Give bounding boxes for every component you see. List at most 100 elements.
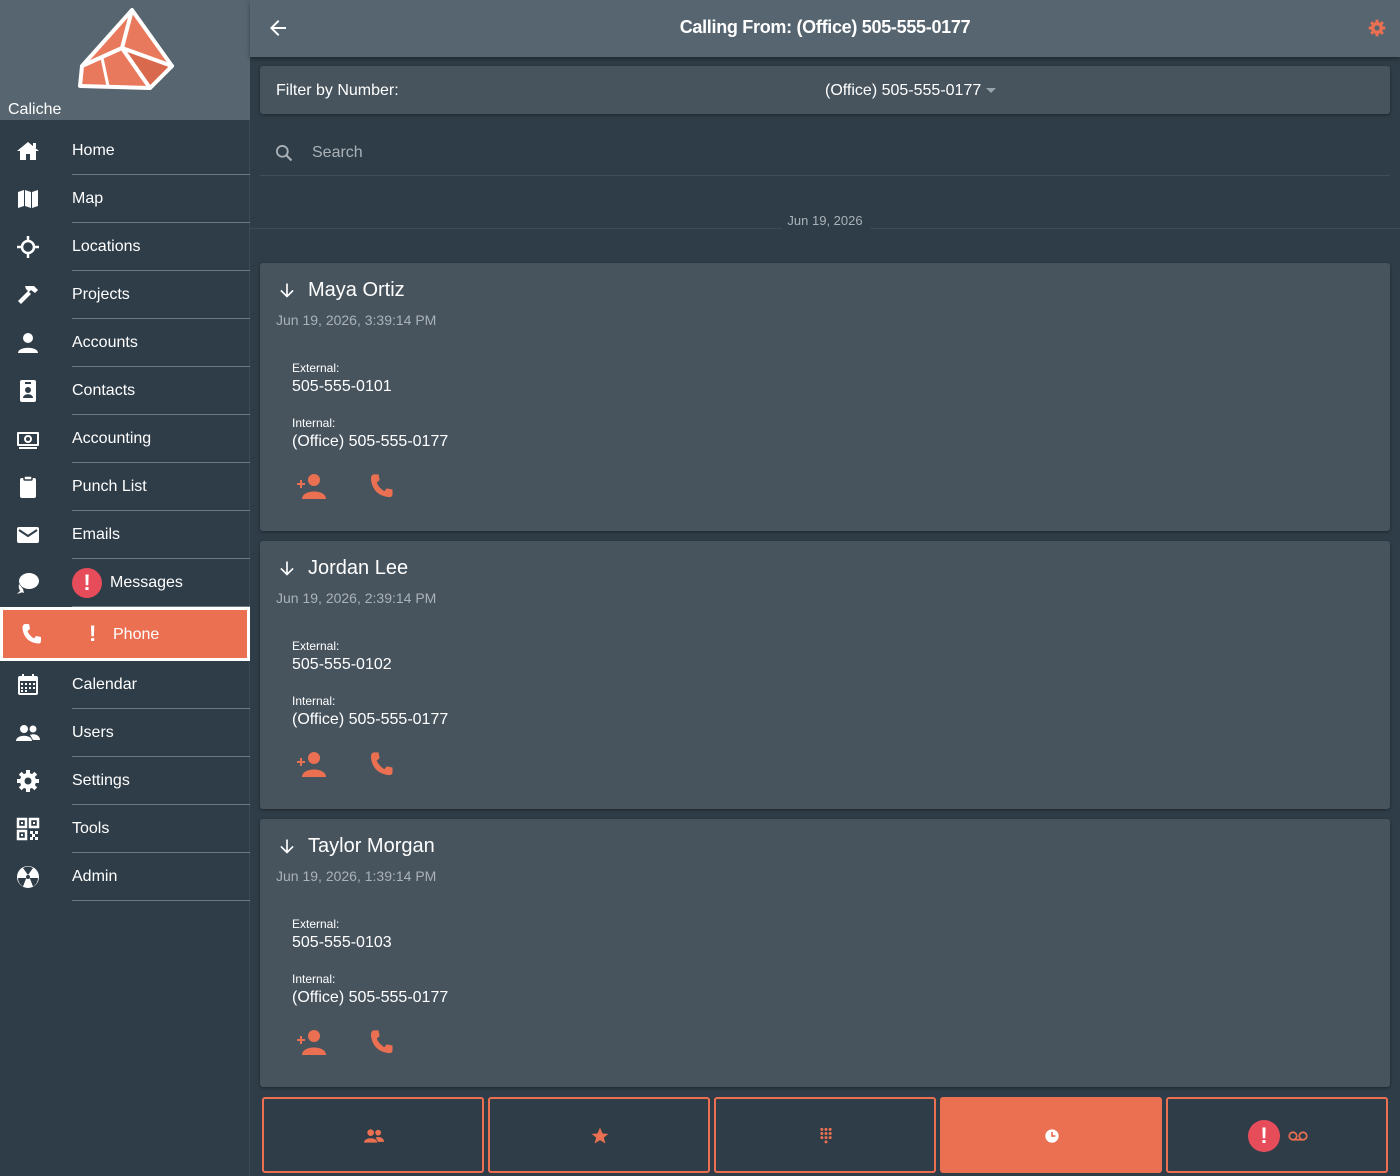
external-number: 505-555-0102 [292, 656, 392, 673]
person-icon [18, 333, 38, 353]
sidebar-item-label: Users [72, 724, 114, 741]
date-separator-label: Jun 19, 2026 [787, 213, 863, 228]
search-input[interactable] [312, 142, 1212, 164]
sidebar-item-label: Tools [72, 820, 110, 837]
star-icon [591, 1127, 609, 1144]
sidebar-item-label: Phone [113, 626, 160, 643]
filter-label: Filter by Number: [276, 82, 399, 99]
external-label: External: [292, 639, 340, 653]
sidebar-item-calendar[interactable]: Calendar [0, 661, 250, 709]
tab-voicemail[interactable]: ! [1166, 1097, 1388, 1173]
sidebar-item-accounting[interactable]: Accounting [0, 415, 250, 463]
date-separator: Jun 19, 2026 [250, 210, 1400, 230]
arrow-down-icon [280, 283, 294, 298]
number-filter-select[interactable]: (Office) 505-555-0177 [825, 82, 981, 100]
sidebar-item-label: Map [72, 190, 104, 207]
sidebar-item-admin[interactable]: Admin [0, 853, 250, 901]
alert-badge: ! [1248, 1120, 1280, 1152]
divider [72, 900, 250, 901]
hammer-icon [18, 286, 38, 304]
tab-dialpad[interactable] [714, 1097, 936, 1173]
arrow-down-icon [280, 561, 294, 576]
brand-name: Caliche [8, 101, 62, 118]
caller-name: Taylor Morgan [308, 835, 435, 857]
sidebar-item-phone[interactable]: ! Phone [0, 607, 250, 661]
divider [250, 228, 782, 229]
tab-recents[interactable] [940, 1097, 1162, 1173]
caliche-logo [78, 8, 174, 90]
sidebar-item-projects[interactable]: Projects [0, 271, 250, 319]
call-card[interactable]: Taylor Morgan Jun 19, 2026, 1:39:14 PM E… [260, 819, 1390, 1087]
sidebar-item-users[interactable]: Users [0, 709, 250, 757]
external-number: 505-555-0101 [292, 378, 392, 395]
crosshair-icon [17, 236, 39, 258]
sidebar-item-label: Messages [110, 574, 183, 591]
sidebar-item-label: Punch List [72, 478, 147, 495]
phone-icon [22, 624, 41, 644]
sidebar-item-label: Emails [72, 526, 121, 543]
sidebar-item-label: Admin [72, 868, 118, 885]
gear-icon [17, 770, 39, 792]
users-icon [16, 725, 40, 741]
internal-number: (Office) 505-555-0177 [292, 989, 449, 1006]
sidebar-item-map[interactable]: Map [0, 175, 250, 223]
radiation-icon [17, 866, 39, 888]
sidebar-item-tools[interactable]: Tools [0, 805, 250, 853]
sidebar: Caliche Home Map Locations Projects Acco… [0, 0, 250, 1176]
sidebar-item-label: Locations [72, 238, 141, 255]
call-card[interactable]: Maya Ortiz Jun 19, 2026, 3:39:14 PM Exte… [260, 263, 1390, 531]
map-icon [18, 190, 38, 208]
add-contact-icon[interactable] [296, 1028, 326, 1056]
dialpad-icon [820, 1127, 832, 1144]
home-icon [17, 142, 39, 160]
sidebar-item-label: Contacts [72, 382, 136, 399]
sidebar-item-contacts[interactable]: Contacts [0, 367, 250, 415]
sidebar-item-emails[interactable]: Emails [0, 511, 250, 559]
sidebar-item-label: Calendar [72, 676, 137, 693]
internal-label: Internal: [292, 416, 336, 430]
sidebar-item-home[interactable]: Home [0, 127, 250, 175]
chevron-down-icon[interactable] [986, 88, 996, 93]
sidebar-item-settings[interactable]: Settings [0, 757, 250, 805]
top-bar: Calling From: (Office) 505-555-0177 [250, 0, 1400, 57]
sidebar-item-locations[interactable]: Locations [0, 223, 250, 271]
call-timestamp: Jun 19, 2026, 3:39:14 PM [276, 312, 437, 328]
sidebar-item-messages[interactable]: ! Messages [0, 559, 250, 607]
internal-number: (Office) 505-555-0177 [292, 433, 449, 450]
alert-badge: ! [72, 568, 102, 598]
add-contact-icon[interactable] [296, 472, 326, 500]
contact-card-icon [20, 380, 36, 402]
search-bar [260, 130, 1390, 176]
phone-icon[interactable] [368, 472, 396, 500]
external-number: 505-555-0103 [292, 934, 392, 951]
voicemail-icon [1288, 1131, 1308, 1141]
sidebar-item-label: Accounting [72, 430, 152, 447]
caller-name: Maya Ortiz [308, 279, 405, 301]
call-timestamp: Jun 19, 2026, 1:39:14 PM [276, 868, 437, 884]
tab-contacts[interactable] [262, 1097, 484, 1173]
contacts-icon [364, 1129, 384, 1143]
calendar-icon [18, 674, 38, 695]
sidebar-item-punch-list[interactable]: Punch List [0, 463, 250, 511]
call-card[interactable]: Jordan Lee Jun 19, 2026, 2:39:14 PM Exte… [260, 541, 1390, 809]
brand-header: Caliche [0, 0, 250, 120]
gear-icon[interactable] [1368, 19, 1386, 37]
divider [870, 228, 1400, 229]
internal-label: Internal: [292, 972, 336, 986]
internal-label: Internal: [292, 694, 336, 708]
envelope-icon [17, 527, 39, 543]
phone-icon[interactable] [368, 1028, 396, 1056]
phone-icon[interactable] [368, 750, 396, 778]
internal-number: (Office) 505-555-0177 [292, 711, 449, 728]
alert-mark: ! [89, 621, 97, 646]
bottom-tabs: ! [262, 1097, 1390, 1173]
add-contact-icon[interactable] [296, 750, 326, 778]
sidebar-item-accounts[interactable]: Accounts [0, 319, 250, 367]
external-label: External: [292, 917, 340, 931]
tab-favorites[interactable] [488, 1097, 710, 1173]
chat-icon [17, 573, 39, 594]
sidebar-item-label: Accounts [72, 334, 138, 351]
page-title: Calling From: (Office) 505-555-0177 [679, 17, 971, 37]
external-label: External: [292, 361, 340, 375]
clock-icon [1045, 1129, 1059, 1143]
